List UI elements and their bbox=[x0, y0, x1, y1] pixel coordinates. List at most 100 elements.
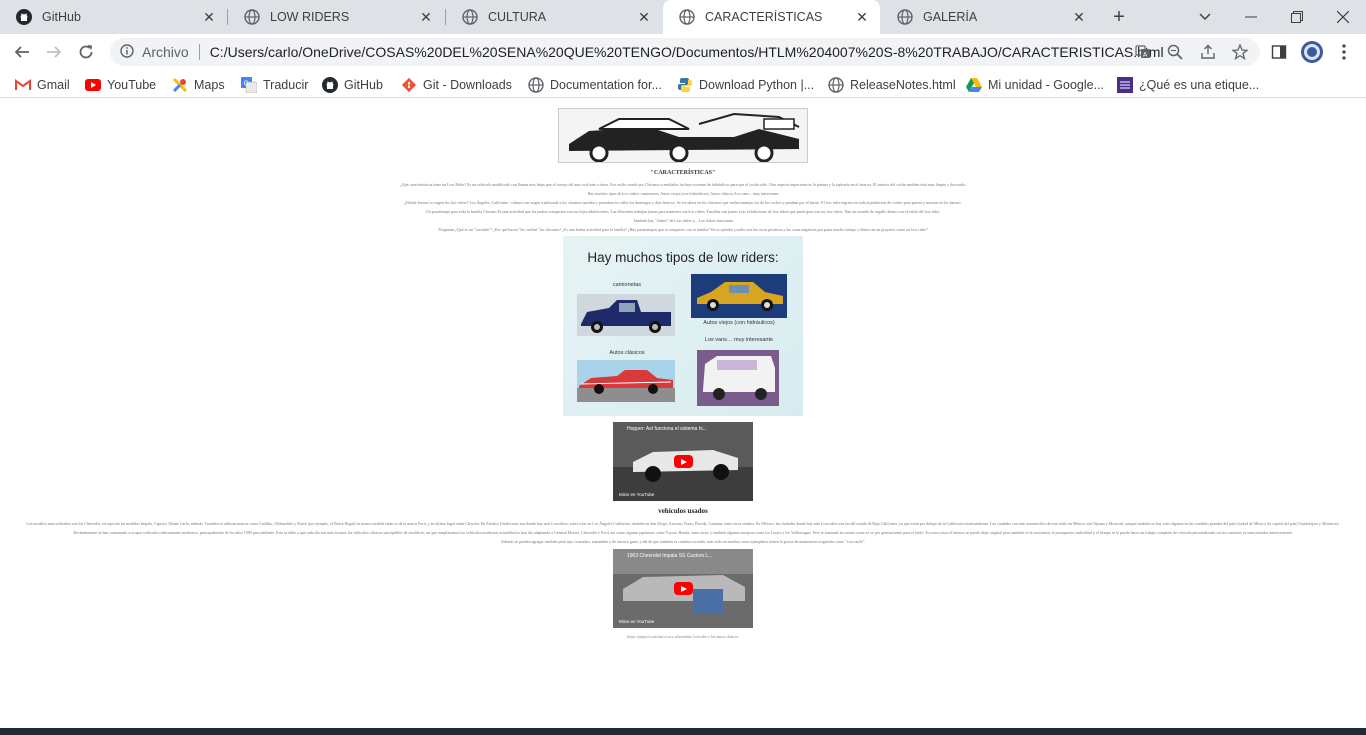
bookmark-documentation[interactable]: Documentation for... bbox=[528, 76, 662, 94]
youtube-video-embed[interactable]: Hopper: Así funciona el sistema hi... Mi… bbox=[613, 422, 753, 501]
close-window-button[interactable] bbox=[1320, 0, 1366, 34]
bookmark-label: GitHub bbox=[344, 78, 383, 92]
minimize-button[interactable] bbox=[1228, 0, 1274, 34]
reload-icon bbox=[79, 45, 93, 59]
menu-button[interactable] bbox=[1334, 42, 1354, 62]
caption-camionetas: camionetas bbox=[612, 282, 642, 288]
bookmark-github[interactable]: GitHub bbox=[322, 76, 383, 94]
bookmark-label: ReleaseNotes.html bbox=[850, 78, 956, 92]
bookmark-label: Gmail bbox=[37, 78, 70, 92]
video-title: Hopper: Así funciona el sistema hi... bbox=[627, 426, 707, 432]
arrow-right-icon bbox=[47, 46, 62, 58]
globe-icon bbox=[897, 9, 913, 25]
share-icon[interactable] bbox=[1200, 44, 1216, 60]
section-title: vehículos usados bbox=[658, 507, 708, 515]
tab-search-button[interactable] bbox=[1182, 0, 1228, 34]
youtube-video-embed[interactable]: 1963 Chevrolet Impala SS Custom L... Mir… bbox=[613, 549, 753, 628]
paragraph: Preguntas ¿Qué es un "carrindo"? ¿Por qu… bbox=[438, 227, 928, 232]
reload-button[interactable] bbox=[73, 39, 99, 65]
paragraph: Recientemente se han comenzado a ocupar … bbox=[73, 530, 1293, 535]
play-button-icon[interactable] bbox=[674, 455, 693, 468]
paragraph: Un pasatiempo para toda la familia Chica… bbox=[426, 209, 940, 214]
caption-los-vans: Los vans… muy interesante bbox=[704, 337, 774, 343]
tab-title: GALERÍA bbox=[923, 10, 978, 24]
info-icon[interactable] bbox=[120, 43, 134, 61]
maps-icon bbox=[172, 77, 188, 93]
back-button[interactable] bbox=[9, 39, 35, 65]
bookmark-label: ¿Qué es una etique... bbox=[1139, 78, 1260, 92]
gmail-icon bbox=[15, 77, 31, 93]
restore-icon bbox=[1291, 11, 1303, 23]
page-title: "CARACTERÍSTICAS" bbox=[650, 170, 716, 176]
svg-text:G: G bbox=[244, 80, 249, 88]
bookmark-gmail[interactable]: Gmail bbox=[15, 76, 70, 94]
paragraph: ¿Dónde fueron su origen los low riders? … bbox=[404, 200, 962, 205]
tab-cultura[interactable]: CULTURA ✕ bbox=[446, 0, 662, 34]
watch-on-youtube-label[interactable]: Mirar en YouTube bbox=[619, 619, 654, 624]
bookmark-git-downloads[interactable]: Git - Downloads bbox=[401, 76, 512, 94]
globe-icon bbox=[679, 9, 695, 25]
restore-button[interactable] bbox=[1274, 0, 1320, 34]
file-scheme-label: Archivo bbox=[142, 44, 189, 60]
bookmark-youtube[interactable]: YouTube bbox=[85, 76, 156, 94]
drive-icon bbox=[966, 77, 982, 93]
play-button-icon[interactable] bbox=[674, 582, 693, 595]
tab-caracteristicas[interactable]: CARACTERÍSTICAS ✕ bbox=[663, 0, 880, 34]
translate-icon[interactable]: A bbox=[1135, 44, 1151, 60]
omnibox-divider bbox=[198, 44, 200, 60]
star-icon[interactable] bbox=[1232, 44, 1248, 60]
bookmark-traducir[interactable]: G Traducir bbox=[241, 76, 308, 94]
bookmark-label: Download Python |... bbox=[699, 78, 815, 92]
chevron-down-icon bbox=[1199, 13, 1211, 21]
bookmark-python[interactable]: Download Python |... bbox=[677, 76, 814, 94]
profile-avatar[interactable] bbox=[1300, 40, 1324, 64]
close-icon[interactable]: ✕ bbox=[1071, 9, 1087, 25]
pickup-truck-image bbox=[577, 294, 675, 336]
tab-low-riders[interactable]: LOW RIDERS ✕ bbox=[228, 0, 444, 34]
forward-button[interactable] bbox=[41, 39, 67, 65]
source-credit: https://pngset.com/imf.ct.mx.wikimedia/ … bbox=[627, 634, 739, 639]
side-panel-button[interactable] bbox=[1269, 42, 1289, 62]
bookmark-label: Mi unidad - Google... bbox=[988, 78, 1105, 92]
tab-title: LOW RIDERS bbox=[270, 10, 350, 24]
address-bar[interactable]: Archivo C:/Users/carlo/OneDrive/COSAS%20… bbox=[110, 38, 1260, 66]
bookmark-label: Documentation for... bbox=[550, 78, 662, 92]
paragraph: También hay "clubes" de Low riders y... … bbox=[633, 218, 733, 223]
minimize-icon bbox=[1245, 16, 1257, 18]
bookmark-releasenotes[interactable]: ReleaseNotes.html bbox=[828, 76, 956, 94]
close-icon bbox=[1337, 11, 1349, 23]
bookmark-google-drive[interactable]: Mi unidad - Google... bbox=[966, 76, 1104, 94]
classic-car-image bbox=[577, 360, 675, 402]
paragraph: Además se pueden agregar también pulir t… bbox=[500, 539, 866, 544]
van-image bbox=[697, 350, 779, 406]
url-text[interactable]: C:/Users/carlo/OneDrive/COSAS%20DEL%20SE… bbox=[210, 44, 1164, 60]
github-icon bbox=[322, 77, 338, 93]
tab-title: CARACTERÍSTICAS bbox=[705, 10, 823, 24]
tab-title: CULTURA bbox=[488, 10, 547, 24]
new-tab-button[interactable]: + bbox=[1108, 6, 1130, 28]
git-icon bbox=[401, 77, 417, 93]
close-icon[interactable]: ✕ bbox=[201, 9, 217, 25]
watch-on-youtube-label[interactable]: Mirar en YouTube bbox=[619, 492, 654, 497]
tab-title: GitHub bbox=[42, 10, 81, 24]
caption-autos-clasicos: Autos clásicos bbox=[609, 350, 645, 356]
kebab-menu-icon bbox=[1342, 44, 1346, 60]
close-icon[interactable]: ✕ bbox=[636, 9, 652, 25]
close-icon[interactable]: ✕ bbox=[418, 9, 434, 25]
globe-icon bbox=[244, 9, 260, 25]
video-title: 1963 Chevrolet Impala SS Custom L... bbox=[627, 553, 713, 559]
side-panel-icon bbox=[1271, 45, 1287, 59]
tab-galeria[interactable]: GALERÍA ✕ bbox=[881, 0, 1097, 34]
tab-github[interactable]: GitHub ✕ bbox=[0, 0, 227, 34]
globe-icon bbox=[828, 77, 844, 93]
paragraph: ¿Qué características tiene un Low Rider?… bbox=[400, 182, 966, 187]
avatar-icon bbox=[1301, 41, 1323, 63]
tab-strip: GitHub ✕ LOW RIDERS ✕ CULTURA ✕ CARACTER… bbox=[0, 0, 1366, 34]
bookmark-ibm[interactable]: ¿Qué es una etique... bbox=[1117, 76, 1259, 94]
close-icon[interactable]: ✕ bbox=[854, 9, 870, 25]
bookmark-maps[interactable]: Maps bbox=[172, 76, 225, 94]
ibm-icon bbox=[1117, 77, 1133, 93]
bookmark-label: YouTube bbox=[107, 78, 157, 92]
zoom-icon[interactable] bbox=[1167, 44, 1183, 60]
caption-autos-viejos: Autos viejos (con hidráulicos) bbox=[703, 320, 775, 326]
